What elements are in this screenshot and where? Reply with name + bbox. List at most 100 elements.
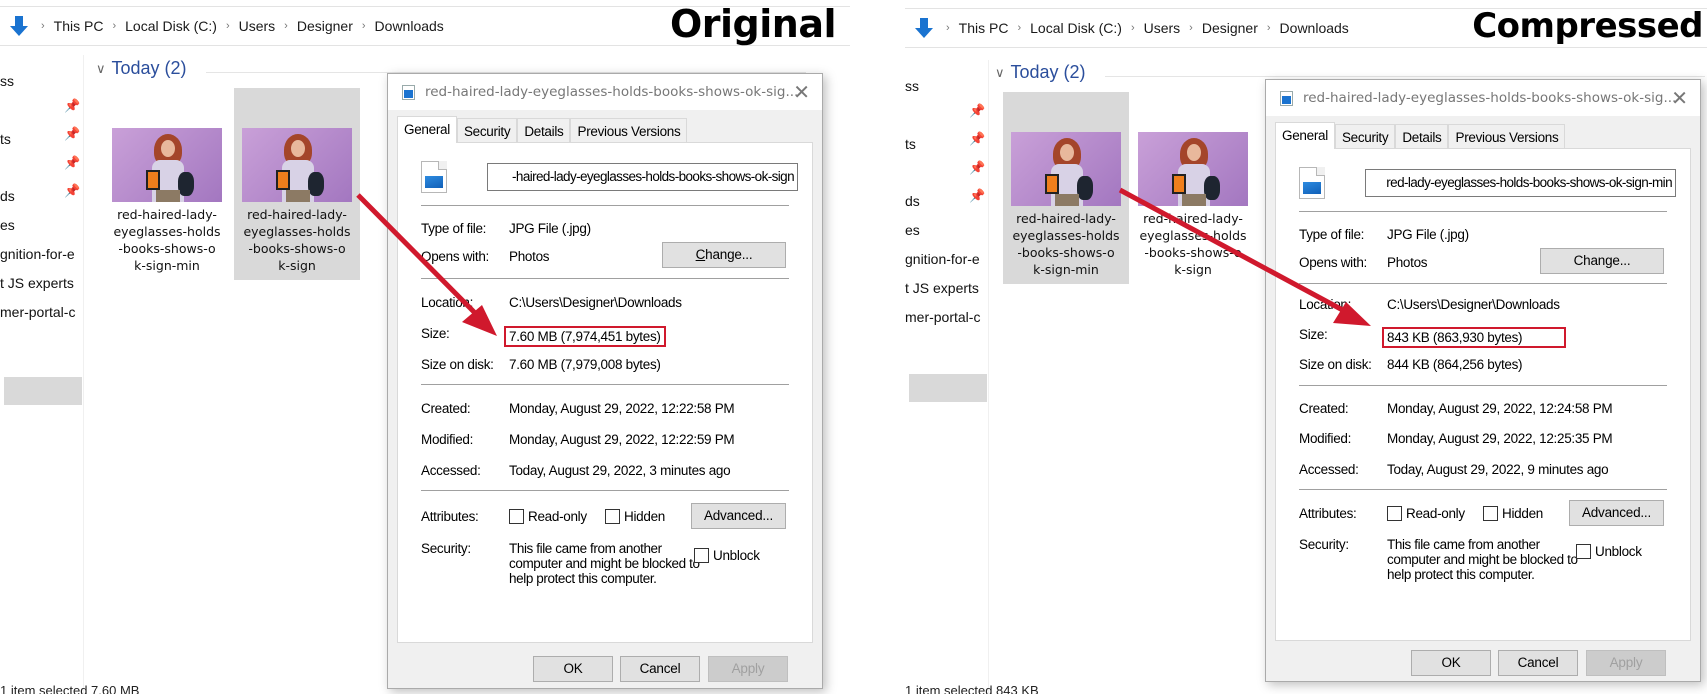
chevron-right-icon: › (41, 20, 45, 32)
file-tile-selected[interactable]: red-haired-lady-eyeglasses-holds -books-s… (1003, 92, 1129, 284)
ok-button[interactable]: OK (1411, 650, 1491, 676)
close-icon[interactable]: ✕ (793, 80, 810, 104)
advanced-button[interactable]: Advanced... (1569, 500, 1664, 526)
pin-icon: 📌 (64, 98, 81, 113)
divider (421, 490, 789, 491)
general-tab-pane: red-lady-eyeglasses-holds-books-shows-ok… (1275, 148, 1691, 641)
unblock-checkbox[interactable]: Unblock (1576, 544, 1676, 559)
breadcrumb-this-pc[interactable]: This PC (54, 18, 104, 34)
tab-previous-versions[interactable]: Previous Versions (570, 118, 688, 142)
group-header-today[interactable]: ∨ Today (2) (96, 58, 806, 79)
pin-icon: 📌 (969, 160, 986, 175)
chevron-down-icon: ∨ (995, 64, 1005, 80)
filename-input[interactable]: red-lady-eyeglasses-holds-books-shows-ok… (1365, 169, 1676, 197)
filename-input[interactable]: -haired-lady-eyeglasses-holds-books-show… (487, 163, 798, 191)
breadcrumb-users[interactable]: Users (1144, 20, 1181, 36)
tab-details[interactable]: Details (1395, 124, 1449, 148)
dialog-title-bar[interactable]: red-haired-lady-eyeglasses-holds-books-s… (388, 74, 822, 110)
group-header-today[interactable]: ∨ Today (2) (995, 62, 1705, 83)
compressed-panel: › This PC › Local Disk (C:) › Users › De… (905, 0, 1707, 694)
chevron-right-icon: › (112, 20, 117, 32)
change-button[interactable]: Change... (662, 242, 786, 268)
nav-item[interactable]: gnition-for-e (0, 246, 82, 262)
divider (1299, 283, 1667, 284)
pin-icon: 📌 (969, 131, 986, 146)
status-bar-text: 1 item selected 7.60 MB (0, 683, 140, 694)
unblock-checkbox[interactable]: Unblock (694, 548, 798, 563)
pin-icon: 📌 (64, 183, 81, 198)
chevron-right-icon: › (361, 20, 366, 32)
divider (421, 278, 789, 279)
chevron-down-icon: ∨ (96, 60, 106, 76)
tab-general[interactable]: General (397, 116, 457, 143)
general-tab-pane: -haired-lady-eyeglasses-holds-books-show… (397, 142, 813, 643)
breadcrumb-downloads[interactable]: Downloads (1280, 20, 1349, 36)
tab-details[interactable]: Details (517, 118, 571, 142)
tab-bar: General Security Details Previous Versio… (1275, 122, 1566, 149)
navigation-pane: ss 📌 ts 📌 📌 ds 📌 es gnition-for-e t JS e… (905, 60, 989, 694)
downloads-arrow-icon (6, 13, 32, 39)
nav-item[interactable]: t JS experts (905, 280, 987, 296)
image-file-icon (421, 161, 447, 193)
nav-item[interactable]: mer-portal-c (905, 309, 987, 325)
divider (1299, 211, 1667, 212)
chevron-right-icon: › (1130, 22, 1135, 34)
ok-button[interactable]: OK (533, 656, 613, 682)
group-label: Today (2) (1010, 62, 1086, 82)
tab-security[interactable]: Security (456, 118, 518, 142)
image-file-icon (1299, 167, 1325, 199)
file-tile[interactable]: red-haired-lady-eyeglasses-holds -books-s… (1130, 92, 1256, 284)
dialog-title-bar[interactable]: red-haired-lady-eyeglasses-holds-books-s… (1266, 80, 1700, 116)
breadcrumb-designer[interactable]: Designer (297, 18, 353, 34)
breadcrumb-downloads[interactable]: Downloads (375, 18, 444, 34)
size-highlight-box: 7.60 MB (7,974,451 bytes) (504, 326, 666, 347)
readonly-checkbox[interactable]: Read-only (509, 509, 587, 524)
close-icon[interactable]: ✕ (1671, 86, 1688, 110)
nav-item-selected[interactable] (909, 374, 987, 402)
divider (1299, 489, 1667, 490)
nav-item[interactable]: ss (905, 78, 987, 94)
properties-dialog: red-haired-lady-eyeglasses-holds-books-s… (1265, 79, 1701, 682)
cancel-button[interactable]: Cancel (620, 656, 700, 682)
breadcrumb-designer[interactable]: Designer (1202, 20, 1258, 36)
security-text: This file came from another computer and… (1387, 537, 1578, 582)
status-bar-text: 1 item selected 843 KB (905, 683, 1039, 694)
advanced-button[interactable]: Advanced... (691, 503, 786, 529)
breadcrumb-local-disk[interactable]: Local Disk (C:) (125, 18, 217, 34)
divider (421, 205, 789, 206)
pin-icon: 📌 (64, 155, 81, 170)
cancel-button[interactable]: Cancel (1498, 650, 1578, 676)
nav-item[interactable]: t JS experts (0, 275, 82, 291)
breadcrumb-this-pc[interactable]: This PC (959, 20, 1009, 36)
panel-heading: Original (669, 2, 837, 46)
file-tile-selected[interactable]: red-haired-lady-eyeglasses-holds -books-s… (234, 88, 360, 280)
tab-bar: General Security Details Previous Versio… (397, 116, 688, 143)
readonly-checkbox[interactable]: Read-only (1387, 506, 1465, 521)
file-name: red-haired-lady-eyeglasses-holds -books-s… (113, 207, 221, 273)
breadcrumb-local-disk[interactable]: Local Disk (C:) (1030, 20, 1122, 36)
chevron-right-icon: › (284, 20, 288, 32)
size-highlight-box: 843 KB (863,930 bytes) (1382, 327, 1567, 348)
file-tile[interactable]: red-haired-lady-eyeglasses-holds -books-s… (104, 88, 230, 280)
nav-item[interactable]: ss (0, 73, 82, 89)
apply-button: Apply (708, 656, 788, 682)
image-file-icon (1280, 90, 1293, 106)
downloads-arrow-icon (911, 15, 937, 41)
image-thumbnail (1011, 132, 1121, 206)
panel-heading: Compressed (1472, 6, 1703, 46)
tab-general[interactable]: General (1275, 122, 1335, 149)
image-thumbnail (112, 128, 222, 202)
hidden-checkbox[interactable]: Hidden (1483, 506, 1543, 521)
tab-security[interactable]: Security (1334, 124, 1396, 148)
nav-item[interactable]: gnition-for-e (905, 251, 987, 267)
nav-item[interactable]: mer-portal-c (0, 304, 82, 320)
chevron-right-icon: › (225, 20, 230, 32)
nav-item[interactable]: es (905, 222, 987, 238)
breadcrumb-users[interactable]: Users (239, 18, 276, 34)
hidden-checkbox[interactable]: Hidden (605, 509, 665, 524)
nav-item[interactable]: es (0, 217, 82, 233)
nav-item-selected[interactable] (4, 377, 82, 405)
tab-previous-versions[interactable]: Previous Versions (1448, 124, 1566, 148)
group-divider (1105, 76, 1705, 77)
change-button[interactable]: Change... (1540, 248, 1664, 274)
